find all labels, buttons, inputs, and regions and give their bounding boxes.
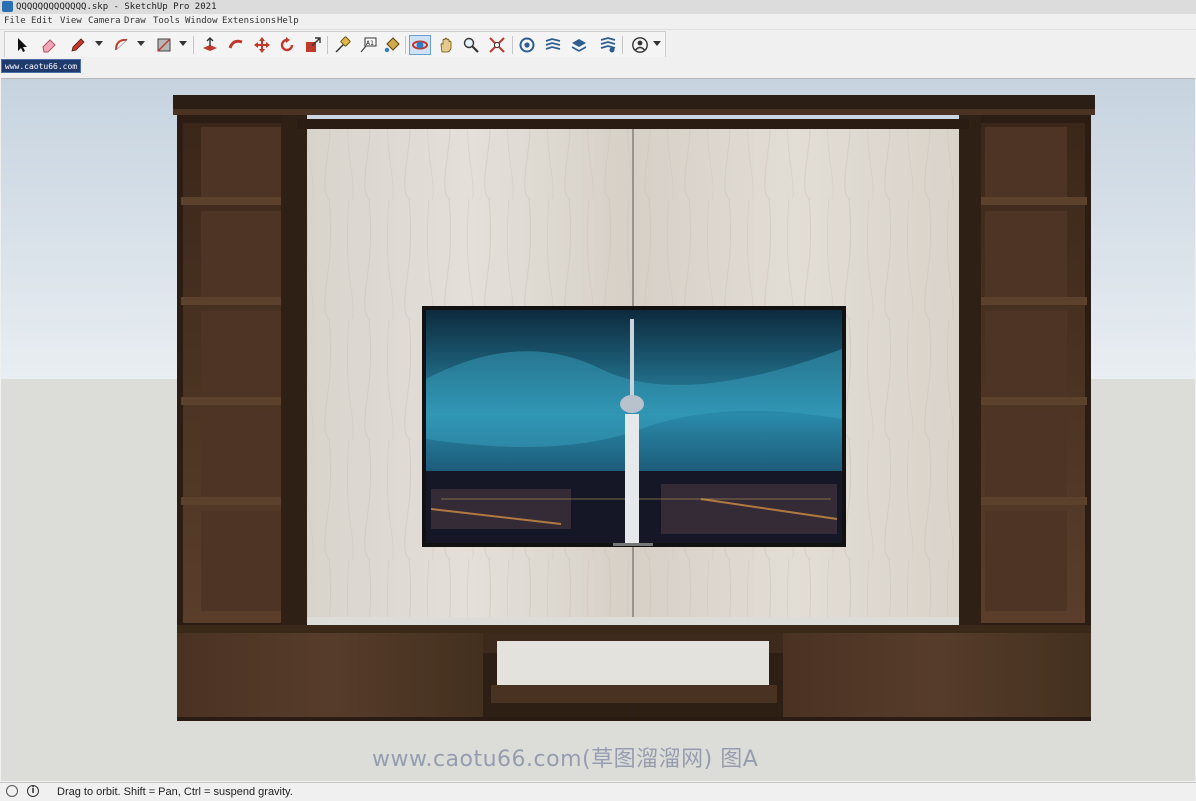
move-tool-button[interactable] bbox=[251, 35, 273, 55]
text-icon: A1 bbox=[360, 37, 377, 53]
left-shelf-unit bbox=[177, 115, 307, 627]
account-dropdown-caret[interactable] bbox=[653, 41, 661, 46]
paint-bucket-tool-button[interactable] bbox=[381, 35, 403, 55]
eraser-icon bbox=[42, 39, 56, 53]
arc-tool-button[interactable] bbox=[111, 35, 133, 55]
toolbar-separator bbox=[405, 36, 406, 54]
toolbar-separator bbox=[622, 36, 623, 54]
status-bar: i Drag to orbit. Shift = Pan, Ctrl = sus… bbox=[0, 782, 1196, 801]
layout-icon bbox=[571, 39, 587, 52]
pencil-line-icon bbox=[71, 38, 85, 52]
model-viewport[interactable] bbox=[1, 78, 1195, 781]
right-shelf-unit bbox=[959, 115, 1091, 627]
zoom-extents-tool-button[interactable] bbox=[486, 35, 508, 55]
extension-warehouse-icon bbox=[545, 38, 561, 50]
menu-edit[interactable]: Edit bbox=[31, 14, 53, 28]
menu-help[interactable]: Help bbox=[277, 14, 299, 28]
rotate-tool-button[interactable] bbox=[276, 35, 298, 55]
rotate-icon bbox=[280, 37, 294, 52]
menu-window[interactable]: Window bbox=[185, 14, 218, 28]
help-icon[interactable] bbox=[6, 785, 18, 797]
eraser-tool-button[interactable] bbox=[38, 35, 60, 55]
menu-tools[interactable]: Tools bbox=[153, 14, 180, 28]
follow-me-tool-button[interactable] bbox=[225, 35, 247, 55]
extension-manager-icon bbox=[600, 37, 616, 53]
line-dropdown-caret[interactable] bbox=[95, 41, 103, 46]
rectangle-dropdown-caret[interactable] bbox=[179, 41, 187, 46]
orbit-icon bbox=[412, 40, 428, 50]
send-to-layout-button[interactable] bbox=[568, 35, 590, 55]
toolbar-separator bbox=[512, 36, 513, 54]
cabinet-top-edge bbox=[173, 109, 1095, 115]
window-title: QQQQQQQQQQQQQ.skp - SketchUp Pro 2021 bbox=[16, 2, 217, 12]
sketchup-app-icon[interactable] bbox=[2, 1, 13, 12]
tv-screen bbox=[422, 306, 846, 547]
select-tool-button[interactable] bbox=[11, 35, 33, 55]
toolbar-separator bbox=[327, 36, 328, 54]
arc-dropdown-caret[interactable] bbox=[137, 41, 145, 46]
watermark-text: www.caotu66.com(草图溜溜网) 图A bbox=[372, 747, 759, 772]
menu-extensions[interactable]: Extensions bbox=[222, 14, 276, 28]
scale-icon bbox=[306, 37, 321, 52]
extension-warehouse-button[interactable] bbox=[542, 35, 564, 55]
tape-measure-icon bbox=[335, 36, 351, 53]
zoom-extents-icon bbox=[489, 37, 505, 53]
lower-cabinet bbox=[177, 625, 1091, 721]
move-icon bbox=[254, 37, 270, 53]
rectangle-tool-button[interactable] bbox=[153, 35, 175, 55]
3d-warehouse-icon bbox=[519, 37, 535, 53]
zoom-icon bbox=[463, 37, 479, 53]
menu-bar: File Edit View Camera Draw Tools Window … bbox=[0, 14, 1196, 28]
menu-view[interactable]: View bbox=[60, 14, 82, 28]
pan-icon bbox=[440, 37, 452, 53]
menu-file[interactable]: File bbox=[4, 14, 26, 28]
cabinet-top-panel bbox=[173, 95, 1095, 109]
tape-measure-tool-button[interactable] bbox=[331, 35, 353, 55]
text-tool-button[interactable]: A1 bbox=[357, 35, 379, 55]
scale-tool-button[interactable] bbox=[302, 35, 324, 55]
select-icon bbox=[18, 38, 27, 52]
push-pull-tool-button[interactable] bbox=[199, 35, 221, 55]
title-bar: QQQQQQQQQQQQQ.skp - SketchUp Pro 2021 bbox=[0, 0, 1196, 15]
scene-tab[interactable]: www.caotu66.com bbox=[1, 59, 81, 73]
follow-me-icon bbox=[228, 39, 243, 49]
toolbar-panel: A1 bbox=[4, 31, 666, 59]
rectangle-icon bbox=[157, 38, 171, 52]
scene-tab-strip: www.caotu66.com bbox=[0, 57, 1196, 75]
menu-draw[interactable]: Draw bbox=[124, 14, 146, 28]
orbit-tool-button[interactable] bbox=[409, 35, 431, 55]
paint-bucket-icon bbox=[384, 37, 400, 53]
push-pull-icon bbox=[203, 37, 217, 51]
menu-camera[interactable]: Camera bbox=[88, 14, 121, 28]
account-button[interactable] bbox=[629, 35, 651, 55]
text-tool-label: A1 bbox=[366, 40, 374, 47]
line-tool-button[interactable] bbox=[67, 35, 89, 55]
status-text: Drag to orbit. Shift = Pan, Ctrl = suspe… bbox=[57, 786, 293, 798]
tv-cabinet-model bbox=[173, 95, 1095, 721]
3d-warehouse-button[interactable] bbox=[516, 35, 538, 55]
arc-icon bbox=[115, 38, 128, 51]
main-toolbar: A1 bbox=[0, 29, 1196, 59]
account-icon bbox=[632, 37, 648, 53]
zoom-tool-button[interactable] bbox=[460, 35, 482, 55]
info-icon[interactable]: i bbox=[27, 785, 39, 797]
pan-tool-button[interactable] bbox=[435, 35, 457, 55]
extension-manager-button[interactable] bbox=[597, 35, 619, 55]
toolbar-separator bbox=[193, 36, 194, 54]
